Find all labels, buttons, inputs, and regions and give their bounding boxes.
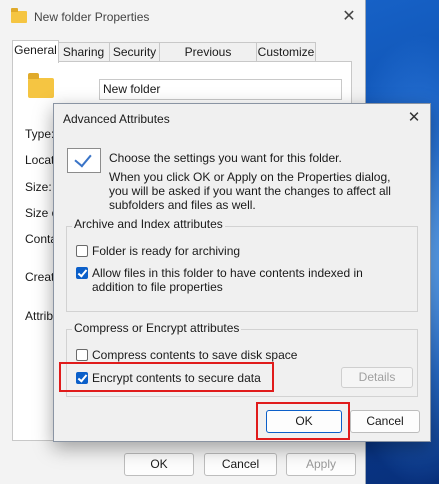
properties-apply-button[interactable]: Apply <box>286 453 356 476</box>
archive-group-label: Archive and Index attributes <box>72 217 225 231</box>
folder-icon <box>11 8 27 23</box>
details-button[interactable]: Details <box>341 367 413 388</box>
dialog-close-icon[interactable]: ✕ <box>404 108 424 128</box>
dialog-cancel-button[interactable]: Cancel <box>350 410 420 433</box>
compress-group-label: Compress or Encrypt attributes <box>72 321 242 335</box>
properties-cancel-button[interactable]: Cancel <box>204 453 277 476</box>
indexing-label: Allow files in this folder to have conte… <box>92 266 363 294</box>
checkmark-info-icon <box>67 148 101 173</box>
properties-titlebar: New folder Properties ✕ <box>0 0 366 34</box>
dialog-title: Advanced Attributes <box>63 112 170 126</box>
compress-checkbox[interactable] <box>76 349 88 361</box>
folder-large-icon <box>28 73 54 98</box>
tab-customize[interactable]: Customize <box>256 42 316 62</box>
dialog-description: When you click OK or Apply on the Proper… <box>109 170 391 212</box>
encrypt-highlight-box <box>59 362 274 392</box>
tab-sharing[interactable]: Sharing <box>57 42 110 62</box>
archiving-label: Folder is ready for archiving <box>92 244 241 258</box>
folder-name-input[interactable]: New folder <box>99 79 342 100</box>
properties-ok-button[interactable]: OK <box>124 453 194 476</box>
indexing-checkbox[interactable] <box>76 267 88 279</box>
type-label: Type: <box>25 127 55 141</box>
ok-highlight-box <box>256 402 350 440</box>
size-label: Size: <box>25 180 52 194</box>
properties-close-icon[interactable]: ✕ <box>338 6 360 28</box>
tab-general[interactable]: General <box>12 40 59 63</box>
dialog-heading: Choose the settings you want for this fo… <box>109 151 342 165</box>
archiving-checkbox[interactable] <box>76 245 88 257</box>
tab-security[interactable]: Security <box>109 42 160 62</box>
properties-title: New folder Properties <box>34 10 150 24</box>
compress-label: Compress contents to save disk space <box>92 348 298 362</box>
advanced-attributes-dialog: Advanced Attributes ✕ Choose the setting… <box>53 103 431 442</box>
tab-previous-versions[interactable]: Previous Versions <box>159 42 257 78</box>
